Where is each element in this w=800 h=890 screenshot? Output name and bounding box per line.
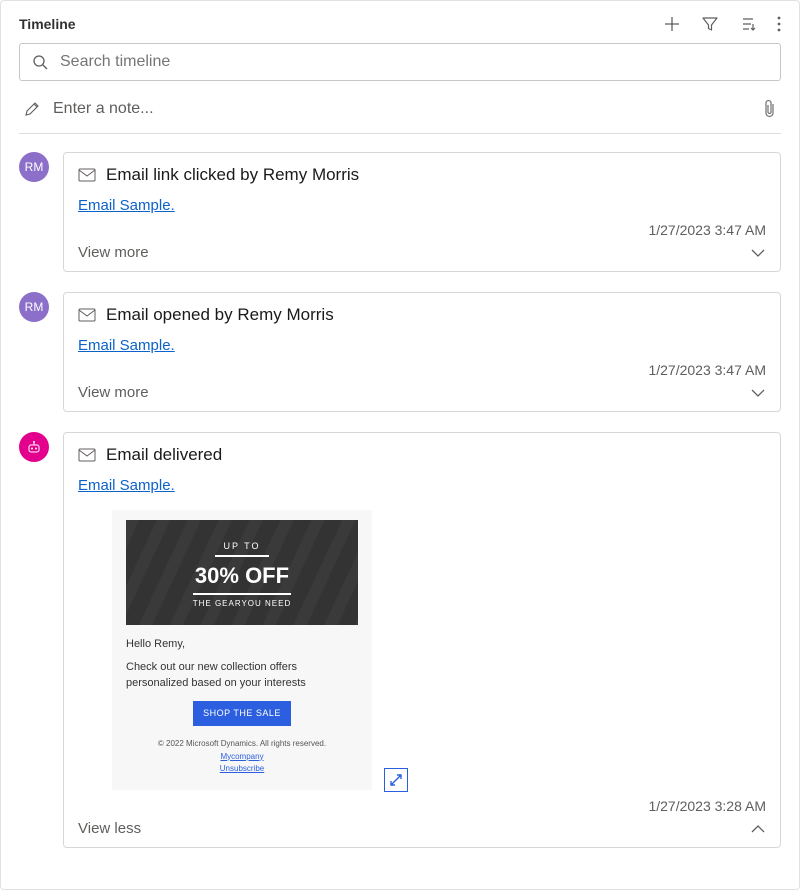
mail-icon xyxy=(78,308,96,322)
promo-discount: 30% OFF xyxy=(134,563,350,589)
timeline-card: Email opened by Remy Morris Email Sample… xyxy=(63,292,781,412)
promo-subline: THE GEARYOU NEED xyxy=(193,593,292,608)
chevron-down-icon xyxy=(750,248,766,258)
preview-body-text: Check out our new collection offers pers… xyxy=(126,660,358,691)
page-title: Timeline xyxy=(19,16,76,32)
search-input[interactable] xyxy=(58,52,768,72)
subject-link[interactable]: Email Sample. xyxy=(78,337,175,354)
timeline-item: RM Email link clicked by Remy Morris Ema… xyxy=(19,152,781,272)
view-more-toggle[interactable]: View more xyxy=(78,384,766,401)
chevron-down-icon xyxy=(750,388,766,398)
note-row[interactable]: Enter a note... xyxy=(19,99,781,134)
bot-avatar xyxy=(19,432,49,462)
expand-preview-button[interactable] xyxy=(384,768,408,792)
chevron-up-icon xyxy=(750,824,766,834)
preview-greeting: Hello Remy, xyxy=(126,637,358,652)
timeline-item: RM Email opened by Remy Morris Email Sam… xyxy=(19,292,781,412)
search-box[interactable] xyxy=(19,43,781,81)
sort-button[interactable] xyxy=(739,15,757,33)
add-button[interactable] xyxy=(663,15,681,33)
subject-link[interactable]: Email Sample. xyxy=(78,197,175,214)
card-title: Email opened by Remy Morris xyxy=(106,305,334,325)
shop-cta-button[interactable]: SHOP THE SALE xyxy=(193,701,291,726)
pencil-icon xyxy=(23,100,41,118)
footer-label: View less xyxy=(78,820,141,837)
avatar: RM xyxy=(19,152,49,182)
timeline-header: Timeline xyxy=(19,15,781,33)
timestamp: 1/27/2023 3:28 AM xyxy=(78,798,766,814)
card-title: Email delivered xyxy=(106,445,222,465)
company-link[interactable]: Mycompany xyxy=(126,751,358,764)
mail-icon xyxy=(78,448,96,462)
promo-upto: UP TO xyxy=(215,541,268,557)
unsubscribe-link[interactable]: Unsubscribe xyxy=(126,763,358,776)
card-title: Email link clicked by Remy Morris xyxy=(106,165,359,185)
promo-banner: UP TO 30% OFF THE GEARYOU NEED xyxy=(126,520,358,625)
footer-label: View more xyxy=(78,244,149,261)
note-placeholder[interactable]: Enter a note... xyxy=(53,100,751,118)
timeline-card: Email link clicked by Remy Morris Email … xyxy=(63,152,781,272)
timeline-card: Email delivered Email Sample. UP TO 30% … xyxy=(63,432,781,848)
toolbar xyxy=(663,15,781,33)
timestamp: 1/27/2023 3:47 AM xyxy=(78,362,766,378)
preview-copyright: © 2022 Microsoft Dynamics. All rights re… xyxy=(126,738,358,751)
search-icon xyxy=(32,54,48,70)
view-more-toggle[interactable]: View more xyxy=(78,244,766,261)
attachment-icon[interactable] xyxy=(763,99,777,119)
more-button[interactable] xyxy=(777,15,781,33)
subject-link[interactable]: Email Sample. xyxy=(78,477,175,494)
email-preview: UP TO 30% OFF THE GEARYOU NEED Hello Rem… xyxy=(112,510,372,790)
avatar: RM xyxy=(19,292,49,322)
timeline-item: Email delivered Email Sample. UP TO 30% … xyxy=(19,432,781,848)
footer-label: View more xyxy=(78,384,149,401)
timestamp: 1/27/2023 3:47 AM xyxy=(78,222,766,238)
filter-button[interactable] xyxy=(701,15,719,33)
mail-icon xyxy=(78,168,96,182)
view-less-toggle[interactable]: View less xyxy=(78,820,766,837)
